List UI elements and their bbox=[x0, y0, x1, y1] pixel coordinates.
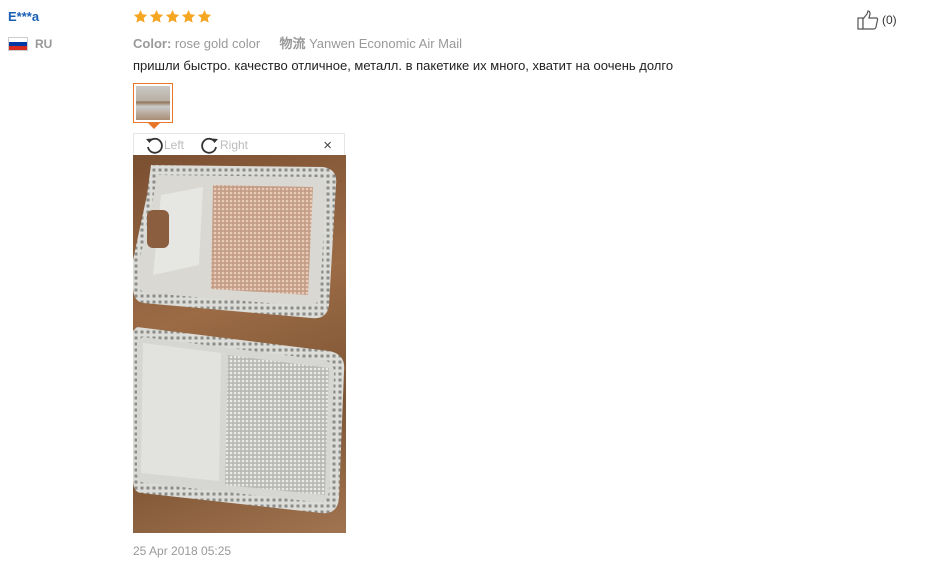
rotate-left-button[interactable]: Left bbox=[144, 134, 184, 156]
star-icon bbox=[165, 9, 180, 23]
review-photo-image bbox=[133, 165, 345, 514]
star-icon bbox=[197, 9, 212, 23]
rotate-left-icon bbox=[146, 137, 163, 154]
country-code: RU bbox=[35, 37, 53, 51]
logistics-label: 物流 bbox=[279, 36, 306, 51]
helpful-button[interactable]: (0) bbox=[857, 10, 897, 30]
star-icon bbox=[133, 9, 148, 23]
review-date: 25 Apr 2018 05:25 bbox=[133, 544, 232, 558]
review-photo-thumbnail[interactable] bbox=[133, 83, 173, 123]
star-icon bbox=[149, 9, 164, 23]
reviewer-name: E***a bbox=[8, 9, 40, 24]
rotate-right-icon bbox=[201, 137, 218, 154]
star-rating bbox=[133, 9, 212, 24]
rotate-right-button[interactable]: Right bbox=[200, 134, 248, 156]
rotate-right-label: Right bbox=[220, 138, 249, 152]
logistics-value: Yanwen Economic Air Mail bbox=[309, 36, 463, 51]
review-photo bbox=[133, 155, 346, 533]
color-label: Color: bbox=[133, 36, 172, 51]
close-viewer-button[interactable]: × bbox=[323, 137, 332, 154]
rotate-left-label: Left bbox=[164, 138, 185, 152]
color-value: rose gold color bbox=[174, 36, 261, 51]
review-text: пришли быстро. качество отличное, металл… bbox=[133, 58, 674, 73]
thumbs-up-icon bbox=[857, 10, 879, 30]
thumbnail-pointer bbox=[148, 123, 160, 129]
reviewer-country: RU bbox=[8, 37, 52, 51]
russia-flag-icon bbox=[8, 37, 28, 51]
star-icon bbox=[181, 9, 196, 23]
helpful-count: (0) bbox=[882, 13, 897, 27]
photo-viewer-toolbar: Left Right × bbox=[133, 133, 345, 155]
review-meta: Color: rose gold color 物流 Yanwen Economi… bbox=[133, 33, 462, 52]
